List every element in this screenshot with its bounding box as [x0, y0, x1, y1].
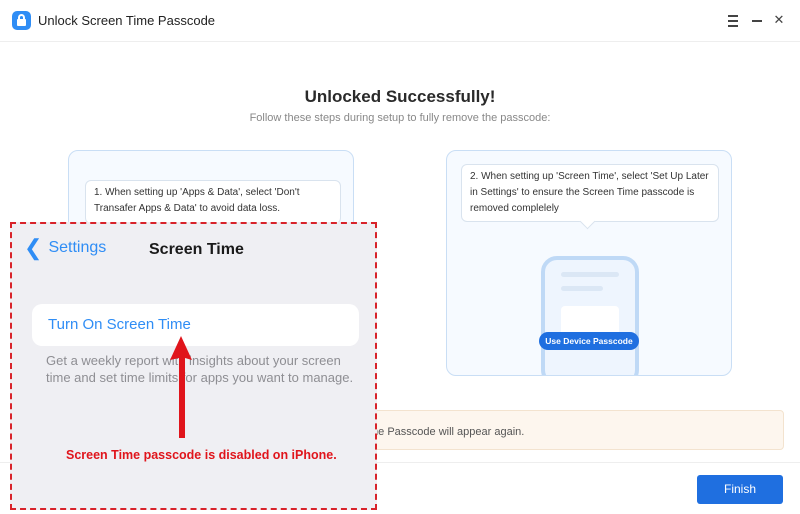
- finish-button[interactable]: Finish: [697, 475, 783, 504]
- warning-text: me Passcode will appear again.: [369, 426, 525, 438]
- window-title: Unlock Screen Time Passcode: [38, 13, 216, 28]
- annotation-caption: Screen Time passcode is disabled on iPho…: [66, 448, 337, 462]
- page-subtitle: Follow these steps during setup to fully…: [249, 112, 551, 124]
- screen-time-title: Screen Time: [149, 241, 244, 258]
- lock-app-icon: [12, 11, 31, 30]
- minimize-icon[interactable]: [749, 12, 765, 28]
- phone-illustration: [541, 256, 639, 375]
- step-2-text: 2. When setting up 'Screen Time', select…: [461, 164, 719, 222]
- red-arrow-icon: [170, 336, 192, 438]
- step-1-text: 1. When setting up 'Apps & Data', select…: [85, 180, 341, 224]
- use-device-passcode-button: Use Device Passcode: [539, 332, 639, 350]
- back-label: Settings: [48, 239, 107, 256]
- close-icon[interactable]: ✕: [771, 12, 787, 28]
- settings-back-button[interactable]: ❮ Settings: [24, 235, 107, 260]
- step-card-2: 2. When setting up 'Screen Time', select…: [446, 150, 732, 376]
- title-bar: Unlock Screen Time Passcode ✕: [0, 0, 800, 42]
- iphone-screenshot-overlay: ❮ Settings Screen Time Turn On Screen Ti…: [10, 222, 377, 510]
- page-title: Unlocked Successfully!: [304, 87, 496, 106]
- menu-icon[interactable]: [725, 12, 741, 28]
- turn-on-screen-time-label: Turn On Screen Time: [48, 316, 191, 333]
- chevron-left-icon: ❮: [24, 235, 43, 260]
